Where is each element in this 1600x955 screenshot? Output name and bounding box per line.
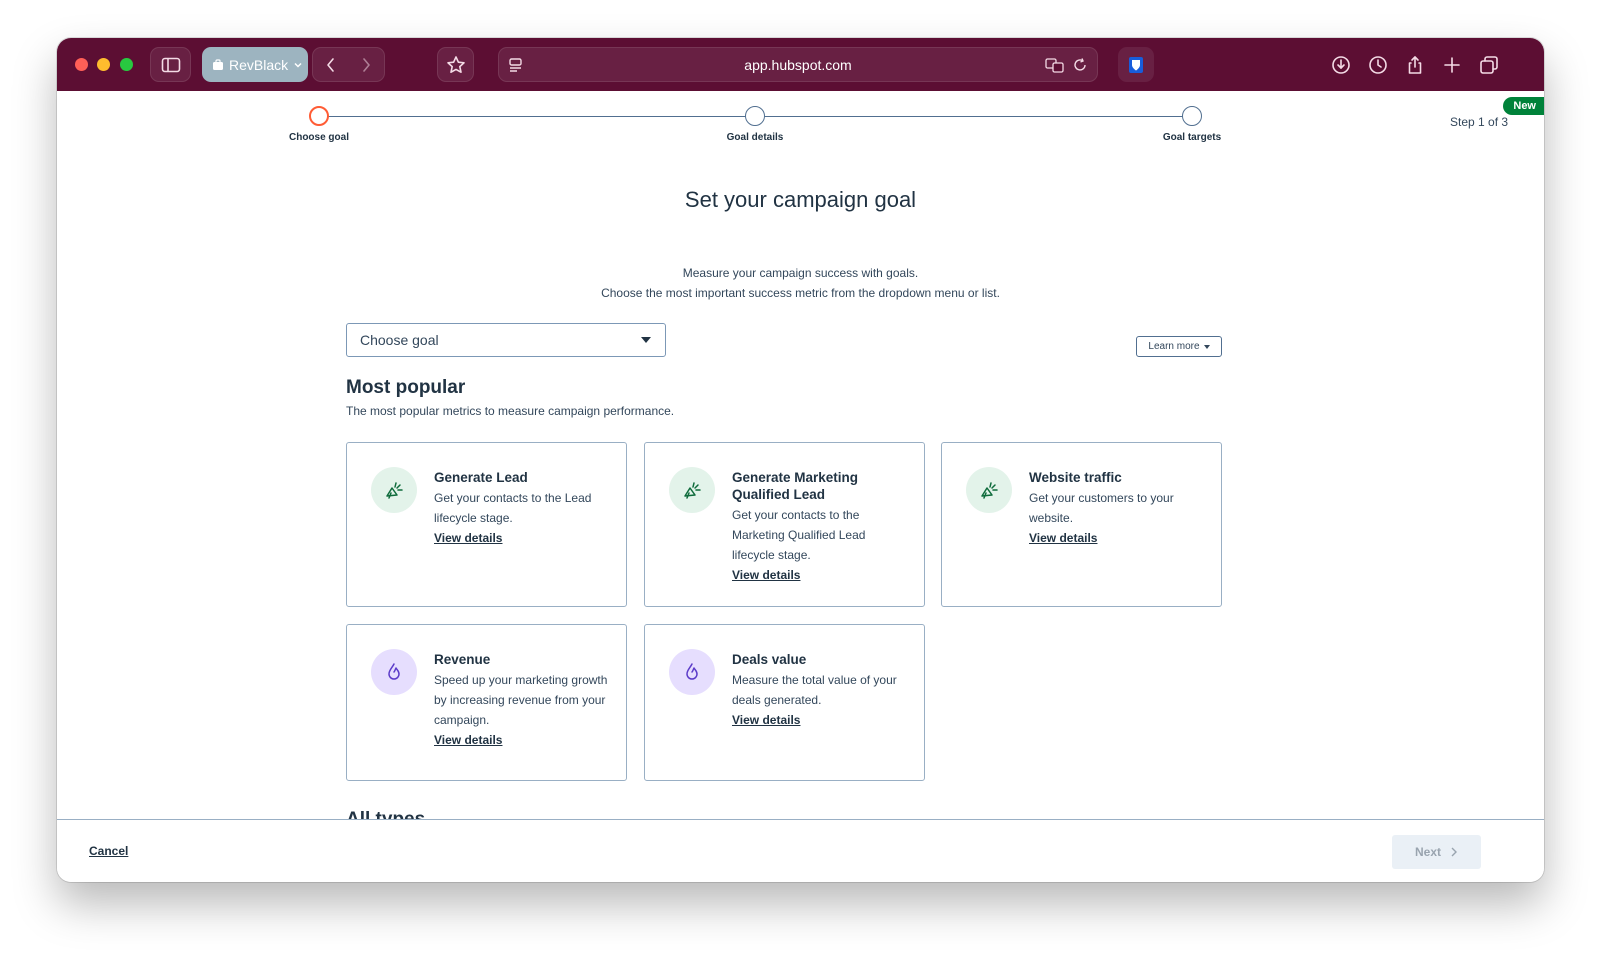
- goal-card-generate-mql[interactable]: Generate Marketing Qualified Lead Get yo…: [644, 442, 925, 607]
- browser-toolbar: RevBlack app.hubspot.com: [57, 38, 1544, 91]
- megaphone-icon: [371, 467, 417, 513]
- shield-icon: [1129, 56, 1143, 73]
- step-2-label: Goal details: [726, 132, 784, 143]
- share-icon: [1408, 55, 1421, 74]
- briefcase-icon: [213, 58, 223, 70]
- card-title: Revenue: [434, 652, 491, 667]
- url-text: app.hubspot.com: [744, 57, 852, 73]
- tab-overview-button[interactable]: [1470, 47, 1507, 82]
- step-1-indicator: [309, 106, 329, 126]
- forward-button[interactable]: [349, 57, 385, 73]
- card-description: Get your customers to your website.: [1029, 491, 1174, 525]
- cancel-button[interactable]: Cancel: [89, 844, 128, 858]
- card-title: Website traffic: [1029, 470, 1122, 485]
- history-button[interactable]: [1359, 47, 1396, 82]
- step-1-label: Choose goal: [288, 132, 349, 143]
- bitwarden-extension-button[interactable]: [1118, 47, 1154, 82]
- download-icon: [1331, 55, 1350, 74]
- chevron-left-icon: [326, 57, 334, 72]
- megaphone-icon: [966, 467, 1012, 513]
- step-count: Step 1 of 3: [1450, 115, 1509, 129]
- profile-label: RevBlack: [229, 56, 289, 73]
- card-description: Speed up your marketing growth by increa…: [434, 673, 608, 727]
- card-title: Generate Lead: [434, 470, 528, 485]
- card-title: Generate Marketing Qualified Lead: [732, 470, 859, 502]
- profile-button[interactable]: RevBlack: [202, 47, 308, 82]
- goal-select[interactable]: Choose goal: [346, 323, 666, 357]
- page-content: New Step 1 of 3 Choose goal Goal details…: [57, 91, 1544, 819]
- step-3-indicator: [1182, 106, 1202, 126]
- all-types-heading: All types: [346, 809, 425, 819]
- plus-icon: [1443, 56, 1460, 73]
- tabs-icon: [1479, 55, 1498, 74]
- flame-icon: [371, 649, 417, 695]
- footer-bar: Cancel Next: [57, 819, 1544, 882]
- translate-icon[interactable]: [1045, 57, 1065, 73]
- card-description: Measure the total value of your deals ge…: [732, 673, 897, 707]
- most-popular-description: The most popular metrics to measure camp…: [346, 404, 675, 418]
- caret-down-icon: [1203, 344, 1210, 349]
- new-tab-button[interactable]: [1433, 47, 1470, 82]
- goal-select-value: Choose goal: [360, 332, 439, 348]
- chevron-down-icon: [294, 62, 302, 68]
- card-description: Get your contacts to the Lead lifecycle …: [434, 491, 592, 525]
- goal-card-deals-value[interactable]: Deals value Measure the total value of y…: [644, 624, 925, 781]
- sidebar-icon: [161, 57, 180, 72]
- learn-more-button[interactable]: Learn more: [1136, 336, 1222, 357]
- bookmark-button[interactable]: [437, 47, 474, 82]
- reload-icon[interactable]: [1072, 57, 1088, 73]
- card-description: Get your contacts to the Marketing Quali…: [732, 508, 866, 562]
- chevron-right-icon: [1451, 847, 1457, 857]
- downloads-button[interactable]: [1322, 47, 1359, 82]
- goal-card-generate-lead[interactable]: Generate Lead Get your contacts to the L…: [346, 442, 627, 607]
- browser-window: RevBlack app.hubspot.com New Step 1 of 3…: [57, 38, 1544, 882]
- chevron-right-icon: [363, 57, 371, 72]
- view-details-link[interactable]: View details: [434, 528, 502, 548]
- view-details-link[interactable]: View details: [1029, 528, 1097, 548]
- close-window-button[interactable]: [75, 58, 88, 71]
- megaphone-icon: [669, 467, 715, 513]
- page-subtitle-1: Measure your campaign success with goals…: [682, 266, 919, 280]
- clock-icon: [1368, 55, 1387, 74]
- page-title: Set your campaign goal: [684, 187, 917, 212]
- view-details-link[interactable]: View details: [732, 710, 800, 730]
- goal-card-revenue[interactable]: Revenue Speed up your marketing growth b…: [346, 624, 627, 781]
- page-subtitle-2: Choose the most important success metric…: [601, 286, 1000, 300]
- minimize-window-button[interactable]: [97, 58, 110, 71]
- view-details-link[interactable]: View details: [732, 565, 800, 585]
- new-badge: New: [1503, 97, 1544, 115]
- card-title: Deals value: [732, 652, 807, 667]
- flame-icon: [669, 649, 715, 695]
- share-button[interactable]: [1396, 47, 1433, 82]
- view-details-link[interactable]: View details: [434, 730, 502, 750]
- goal-card-website-traffic[interactable]: Website traffic Get your customers to yo…: [941, 442, 1222, 607]
- star-icon: [446, 55, 465, 73]
- step-2-indicator: [745, 106, 765, 126]
- back-button[interactable]: [313, 57, 349, 73]
- caret-down-icon: [641, 337, 651, 343]
- step-3-label: Goal targets: [1162, 132, 1222, 143]
- most-popular-heading: Most popular: [346, 377, 466, 398]
- next-button[interactable]: Next: [1392, 835, 1481, 869]
- sidebar-toggle-button[interactable]: [150, 47, 191, 82]
- zoom-window-button[interactable]: [120, 58, 133, 71]
- address-bar[interactable]: app.hubspot.com: [498, 47, 1098, 82]
- next-label: Next: [1414, 845, 1441, 859]
- nav-buttons: [312, 47, 385, 82]
- learn-more-label: Learn more: [1148, 341, 1200, 352]
